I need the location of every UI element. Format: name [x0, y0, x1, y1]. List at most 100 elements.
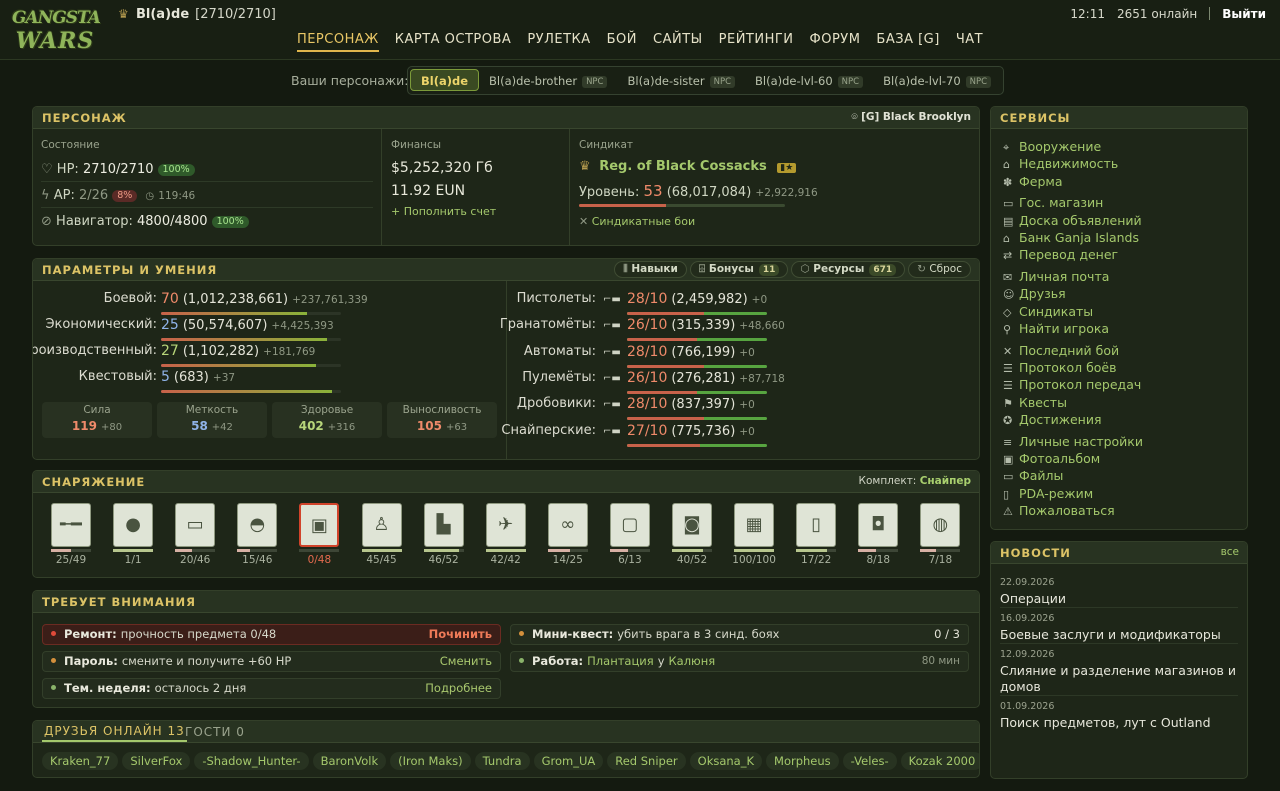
friend-chip[interactable]: (Iron Maks) [390, 752, 471, 770]
syndicate-fights-link[interactable]: ✕ Синдикатные бои [579, 215, 695, 228]
work-link[interactable]: Плантация [587, 654, 654, 668]
character-tab-4[interactable]: Bl(a)de-lvl-70 NPC [873, 70, 1001, 92]
service-item[interactable]: ⌂ Банк Ganja Islands [1003, 230, 1139, 245]
npc-link[interactable]: Калюня [669, 654, 716, 668]
service-item[interactable]: ◇ Синдикаты [1003, 304, 1093, 319]
character-tab-3[interactable]: Bl(a)de-lvl-60 NPC [745, 70, 873, 92]
skill-row[interactable]: Боевой: 70 (1,012,238,661) +237,761,339 [33, 291, 507, 317]
service-item[interactable]: ⚲ Найти игрока [1003, 321, 1109, 336]
attention-item[interactable]: Ремонт: прочность предмета 0/48 Починить [42, 624, 501, 645]
weapon-skill-row[interactable]: Пулемёты: ⌐▬ 26/10 (276,281) +87,718 [507, 370, 979, 396]
service-item[interactable]: ▤ Доска объявлений [1003, 213, 1142, 228]
nav-item-5[interactable]: РЕЙТИНГИ [719, 32, 794, 50]
equipment-slot[interactable]: ◙ 40/52 [670, 501, 714, 573]
equipment-slot[interactable]: ▢ 6/13 [608, 501, 652, 573]
friend-chip[interactable]: Oksana_K [689, 752, 763, 770]
attention-item[interactable]: Мини-квест: убить врага в 3 синд. боях 0 /… [510, 624, 969, 645]
service-item[interactable]: ✕ Последний бой [1003, 343, 1119, 358]
friend-chip[interactable]: BaronVolk [312, 752, 387, 770]
service-item[interactable]: ⚑ Квесты [1003, 395, 1067, 410]
equipment-slot[interactable]: ▙ 46/52 [422, 501, 466, 573]
friend-chip[interactable]: Grom_UA [533, 752, 604, 770]
friend-chip[interactable]: Morpheus [766, 752, 839, 770]
friend-chip[interactable]: Kraken_77 [42, 752, 119, 770]
equipment-slot[interactable]: ◓ 15/46 [235, 501, 279, 573]
news-item[interactable]: 12.09.2026 Слияние и разделение магазинов… [1000, 649, 1238, 696]
nav-item-0[interactable]: ПЕРСОНАЖ [296, 32, 379, 52]
equipment-slot[interactable]: ▭ 20/46 [173, 501, 217, 573]
character-tab-1[interactable]: Bl(a)de-brother NPC [479, 70, 617, 92]
resources-button[interactable]: ⬡ Ресурсы 671 [791, 261, 906, 278]
skill-row[interactable]: Экономический: 25 (50,574,607) +4,425,393 [33, 317, 507, 343]
nav-item-1[interactable]: КАРТА ОСТРОВА [395, 32, 512, 50]
skills-button[interactable]: ⫴ Навыки [614, 261, 687, 278]
topup-link[interactable]: + Пополнить счет [391, 205, 496, 218]
friend-chip[interactable]: -Shadow_Hunter- [194, 752, 309, 770]
service-item[interactable]: ▣ Фотоальбом [1003, 451, 1100, 466]
service-item[interactable]: ✉ Личная почта [1003, 269, 1109, 284]
weapon-skill-row[interactable]: Дробовики: ⌐▬ 28/10 (837,397) +0 [507, 396, 979, 422]
skill-row[interactable]: Квестовый: 5 (683) +37 [33, 369, 507, 395]
service-item[interactable]: ☰ Протокол боёв [1003, 360, 1117, 375]
news-item[interactable]: 22.09.2026 Операции [1000, 577, 1238, 608]
friend-chip[interactable]: Tundra [474, 752, 530, 770]
location[interactable]: ⌾ [G] Black Brooklyn [851, 111, 971, 124]
character-tab-0[interactable]: Bl(a)de [410, 69, 480, 91]
attention-action[interactable]: Сменить [440, 652, 492, 671]
equipment-slot[interactable]: ╾━ 25/49 [49, 501, 93, 573]
equipment-slot[interactable]: ▦ 100/100 [732, 501, 776, 573]
nav-item-7[interactable]: БАЗА [G] [876, 32, 939, 50]
equipment-set[interactable]: Комплект: Снайпер [859, 475, 971, 487]
weapon-skill-row[interactable]: Снайперские: ⌐▬ 27/10 (775,736) +0 [501, 423, 979, 449]
equipment-slot[interactable]: ▯ 17/22 [794, 501, 838, 573]
news-item[interactable]: 01.09.2026 Поиск предметов, лут с Outland [1000, 701, 1238, 731]
equipment-slot[interactable]: ◘ 8/18 [856, 501, 900, 573]
logout-link[interactable]: Выйти [1222, 7, 1266, 21]
user-name[interactable]: Bl(a)de [136, 7, 189, 22]
equipment-slot[interactable]: ● 1/1 [111, 501, 155, 573]
nav-item-4[interactable]: САЙТЫ [653, 32, 703, 50]
news-all-link[interactable]: все [1221, 546, 1239, 558]
attention-item[interactable]: Работа: Плантация у Калюня 80 мин [510, 651, 969, 672]
skill-row[interactable]: Производственный: 27 (1,102,282) +181,769 [33, 343, 507, 369]
attention-action[interactable]: 80 мин [922, 652, 960, 671]
weapon-skill-row[interactable]: Пистолеты: ⌐▬ 28/10 (2,459,982) +0 [507, 291, 979, 317]
service-item[interactable]: ✪ Достижения [1003, 412, 1101, 427]
nav-item-6[interactable]: ФОРУМ [810, 32, 861, 50]
weapon-skill-row[interactable]: Автоматы: ⌐▬ 28/10 (766,199) +0 [507, 344, 979, 370]
reset-button[interactable]: ↻ Сброс [908, 261, 971, 278]
weapon-skill-row[interactable]: Гранатомёты: ⌐▬ 26/10 (315,339) +48,660 [500, 317, 979, 343]
nav-item-8[interactable]: ЧАТ [956, 32, 983, 50]
equipment-slot[interactable]: ✈ 42/42 [484, 501, 528, 573]
equipment-slot[interactable]: ▣ 0/48 [297, 501, 341, 573]
equipment-slot[interactable]: ◍ 7/18 [918, 501, 962, 573]
service-item[interactable]: ☺ Друзья [1003, 286, 1066, 301]
attention-action[interactable]: Починить [429, 625, 492, 644]
service-item[interactable]: ⌂ Недвижимость [1003, 156, 1118, 171]
service-item[interactable]: ✽ Ферма [1003, 174, 1062, 189]
friend-chip[interactable]: SilverFox [122, 752, 191, 770]
friend-chip[interactable]: Red Sniper [607, 752, 686, 770]
attention-item[interactable]: Пароль: смените и получите +60 HP Сменить [42, 651, 501, 672]
syndicate-name[interactable]: Reg. of Black Cossacks [599, 159, 767, 174]
service-item[interactable]: ☰ Протокол передач [1003, 377, 1141, 392]
friend-chip[interactable]: -Veles- [842, 752, 897, 770]
nav-item-2[interactable]: РУЛЕТКА [527, 32, 590, 50]
service-item[interactable]: ▭ Гос. магазин [1003, 195, 1103, 210]
tab-friends-online[interactable]: ДРУЗЬЯ ОНЛАЙН 13 [42, 724, 187, 742]
service-item[interactable]: ⌖ Вооружение [1003, 139, 1101, 155]
nav-item-3[interactable]: БОЙ [607, 32, 637, 50]
character-tab-2[interactable]: Bl(a)de-sister NPC [617, 70, 745, 92]
equipment-slot[interactable]: ∞ 14/25 [546, 501, 590, 573]
online-count[interactable]: 2651 онлайн [1117, 7, 1197, 21]
service-item[interactable]: ⚠ Пожаловаться [1003, 503, 1115, 518]
service-item[interactable]: ▯ PDA-режим [1003, 486, 1093, 501]
friend-chip[interactable]: Kozak 2000 [900, 752, 979, 770]
bonuses-button[interactable]: ⌹ Бонусы 11 [689, 261, 789, 278]
service-item[interactable]: ▭ Файлы [1003, 468, 1063, 483]
news-item[interactable]: 16.09.2026 Боевые заслуги и модификаторы [1000, 613, 1238, 644]
service-item[interactable]: ≡ Личные настройки [1003, 434, 1143, 449]
equipment-slot[interactable]: ♙ 45/45 [360, 501, 404, 573]
service-item[interactable]: ⇄ Перевод денег [1003, 247, 1118, 262]
attention-action[interactable]: Подробнее [425, 679, 492, 698]
